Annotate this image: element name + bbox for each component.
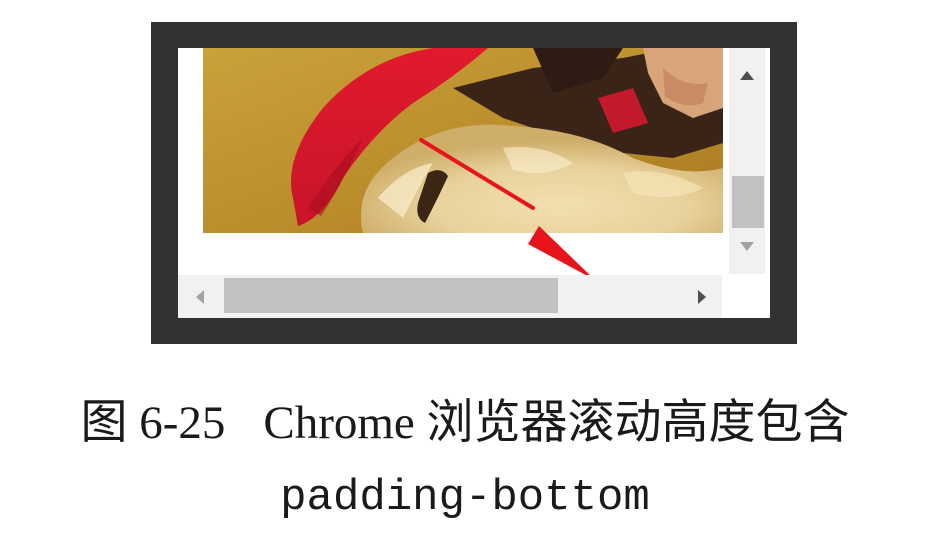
triangle-up-icon[interactable] — [740, 71, 754, 80]
horizontal-scrollbar[interactable] — [178, 275, 722, 318]
horizontal-scrollbar-thumb[interactable] — [224, 278, 558, 313]
figure-caption: 图 6-25 Chrome 浏览器滚动高度包含 — [0, 393, 930, 453]
browser-window-frame — [151, 22, 797, 344]
triangle-left-icon[interactable] — [196, 290, 204, 304]
figure-number: 图 6-25 — [80, 397, 226, 449]
triangle-right-icon[interactable] — [698, 290, 706, 304]
figure-caption-text: Chrome 浏览器滚动高度包含 — [263, 397, 850, 449]
vertical-scrollbar-thumb[interactable] — [732, 176, 764, 228]
scrollbar-corner — [722, 275, 770, 318]
triangle-down-icon[interactable] — [740, 242, 754, 251]
vertical-scrollbar[interactable] — [729, 48, 765, 274]
figure-caption-code: padding-bottom — [280, 473, 650, 523]
scroll-container[interactable] — [178, 48, 770, 318]
